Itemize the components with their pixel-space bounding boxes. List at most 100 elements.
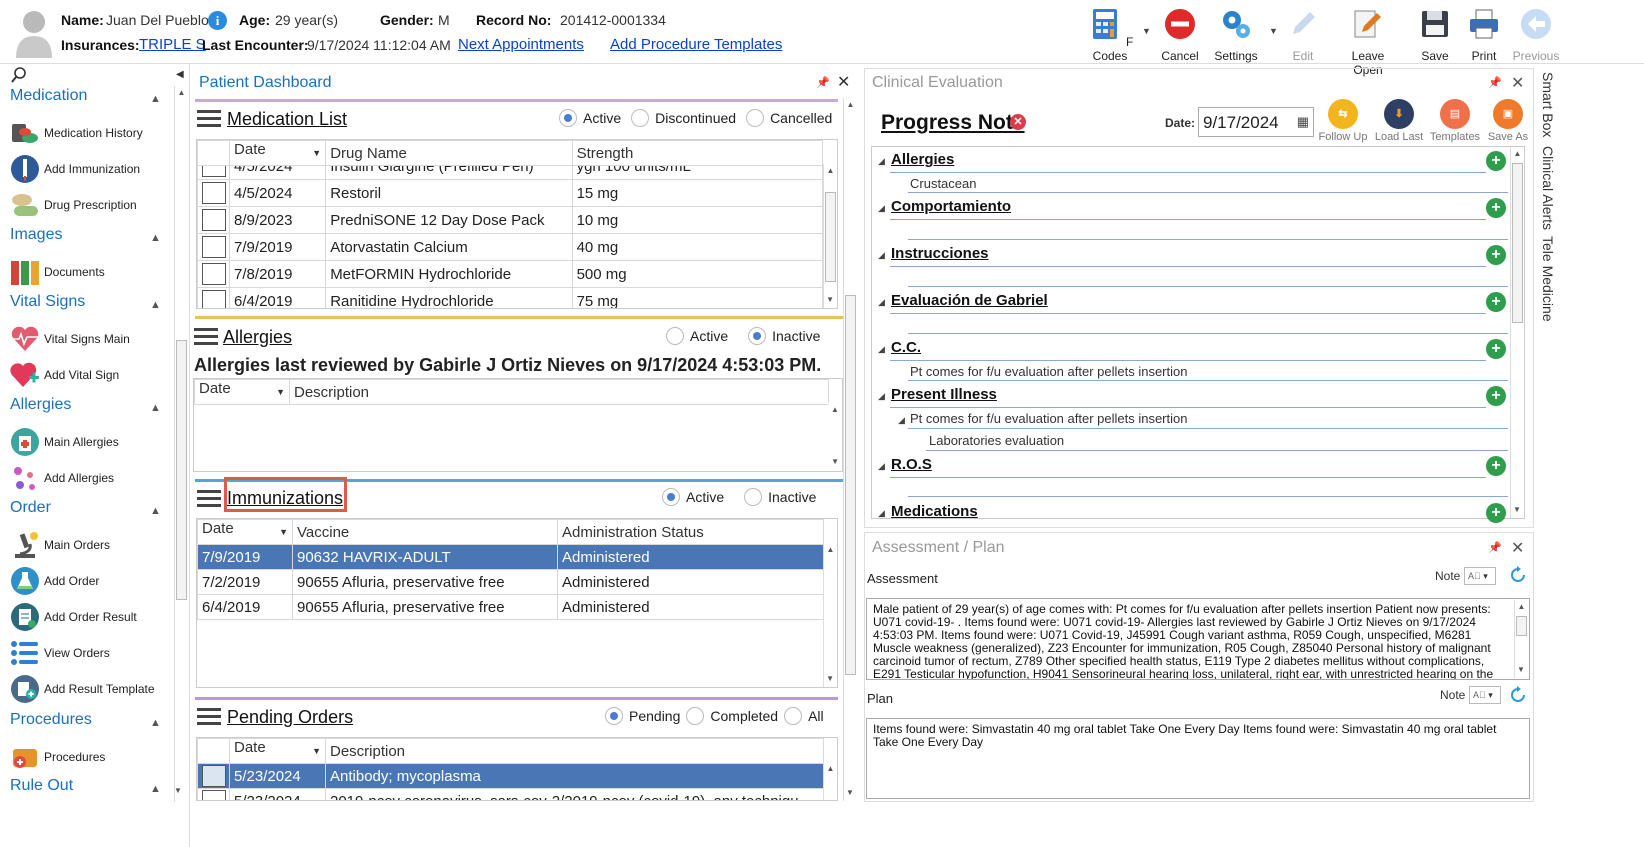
medication-menu-icon[interactable] <box>197 108 221 128</box>
ce-item-medications[interactable]: Medications <box>891 503 978 520</box>
calendar-icon[interactable]: ▦ <box>1297 114 1309 130</box>
ce-item-comportamiento[interactable]: Comportamiento <box>891 198 1011 215</box>
scroll-up-icon[interactable]: ▲ <box>824 762 837 776</box>
nav-scroll-thumb[interactable] <box>176 340 187 600</box>
settings-button[interactable]: Settings <box>1206 6 1266 63</box>
date-field[interactable]: 9/17/2024 ▦ <box>1198 107 1314 137</box>
scroll-up-icon[interactable]: ▲ <box>844 98 857 112</box>
radio-discontinued[interactable]: Discontinued <box>631 109 736 127</box>
nav-section-procedures[interactable]: Procedures <box>10 711 92 729</box>
radio-pending[interactable]: Pending <box>605 707 680 725</box>
scroll-up-icon[interactable]: ▲ <box>175 86 188 100</box>
scroll-down-icon[interactable]: ▼ <box>826 295 834 304</box>
nav-item-view-orders[interactable]: View Orders <box>10 635 110 671</box>
scroll-thumb[interactable] <box>825 192 836 282</box>
close-icon[interactable]: ✕ <box>1511 538 1524 558</box>
add-instrucciones-icon[interactable]: + <box>1486 245 1506 265</box>
add-present-illness-icon[interactable]: + <box>1486 386 1506 406</box>
scroll-up-icon[interactable]: ▲ <box>824 543 837 557</box>
chevron-up-icon[interactable]: ▲ <box>150 232 161 244</box>
table-row[interactable]: 5/23/2024 2019-ncov coronavirus, sars-cov… <box>197 788 824 800</box>
table-row[interactable]: 7/8/2019 MetFORMIN Hydrochloride 500 mg <box>197 260 824 288</box>
chevron-up-icon[interactable]: ▲ <box>150 299 161 311</box>
scroll-thumb[interactable] <box>1516 616 1527 636</box>
refresh-icon[interactable] <box>1508 685 1528 705</box>
nav-item-add-order[interactable]: Add Order <box>10 563 99 599</box>
nav-section-images[interactable]: Images <box>10 226 62 244</box>
ce-item-allergies[interactable]: Allergies <box>891 151 954 168</box>
chevron-up-icon[interactable]: ▲ <box>150 783 161 795</box>
chevron-up-icon[interactable]: ▲ <box>150 93 161 105</box>
pending-table-scrollbar[interactable]: ▲ <box>823 762 837 800</box>
radio-active[interactable]: Active <box>666 327 728 345</box>
col-description[interactable]: Description <box>289 379 829 405</box>
row-checkbox[interactable] <box>202 790 226 800</box>
immunizations-title[interactable]: Immunizations <box>227 488 343 509</box>
nav-item-add-order-result[interactable]: Add Order Result <box>10 599 137 635</box>
pending-menu-icon[interactable] <box>197 706 221 726</box>
col-drug-name[interactable]: Drug Name <box>325 140 573 166</box>
table-row[interactable]: 7/2/2019 90655 Afluria, preservative free… <box>197 569 824 595</box>
radio-active[interactable]: Active <box>662 488 724 506</box>
radio-inactive[interactable]: Inactive <box>748 327 820 345</box>
col-date[interactable]: Date ▼ <box>229 140 327 166</box>
add-medications-icon[interactable]: + <box>1486 503 1506 523</box>
fcodes-button[interactable]: F Codes <box>1080 6 1140 63</box>
nav-scrollbar[interactable]: ▲ <box>174 86 188 802</box>
edit-button[interactable]: Edit <box>1273 6 1333 63</box>
add-cc-icon[interactable]: + <box>1486 339 1506 359</box>
immunizations-menu-icon[interactable] <box>197 488 221 508</box>
radio-cancelled[interactable]: Cancelled <box>746 109 832 127</box>
radio-completed[interactable]: Completed <box>686 707 778 725</box>
chevron-up-icon[interactable]: ▲ <box>150 717 161 729</box>
pending-orders-title[interactable]: Pending Orders <box>227 707 353 728</box>
cancel-button[interactable]: Cancel <box>1150 6 1210 63</box>
close-icon[interactable]: ✕ <box>837 72 850 92</box>
add-comportamiento-icon[interactable]: + <box>1486 198 1506 218</box>
ce-item-evaluacion[interactable]: Evaluación de Gabriel <box>891 292 1048 309</box>
chevron-up-icon[interactable]: ▲ <box>150 505 161 517</box>
radio-all[interactable]: All <box>784 707 824 725</box>
col-vaccine[interactable]: Vaccine <box>292 519 558 545</box>
ce-item-cc[interactable]: C.C. <box>891 339 921 356</box>
nav-section-order[interactable]: Order <box>10 499 51 517</box>
col-administration-status[interactable]: Administration Status <box>557 519 824 545</box>
next-appointments-link[interactable]: Next Appointments <box>458 36 584 53</box>
add-procedure-templates-link[interactable]: Add Procedure Templates <box>610 36 782 53</box>
assessment-textarea[interactable]: Male patient of 29 year(s) of age comes … <box>866 598 1530 680</box>
info-icon[interactable]: i <box>208 11 227 30</box>
col-description[interactable]: Description <box>325 738 824 764</box>
templates-button[interactable]: ▤ Templates <box>1428 99 1482 143</box>
table-row[interactable]: 4/5/2024 Insulin Glargine (Prefilled Pen)… <box>197 166 824 180</box>
row-checkbox[interactable] <box>202 236 226 258</box>
refresh-icon[interactable] <box>1508 565 1528 585</box>
nav-item-add-result-template[interactable]: Add Result Template <box>10 671 155 707</box>
medication-table-scrollbar[interactable]: ▲ <box>823 164 837 308</box>
table-row[interactable]: 7/9/2019 Atorvastatin Calcium 40 mg <box>197 233 824 261</box>
nav-item-drug-prescription[interactable]: Drug Prescription <box>10 187 137 223</box>
search-icon[interactable] <box>10 66 28 84</box>
row-checkbox[interactable] <box>202 182 226 204</box>
nav-item-medication-history[interactable]: Medication History <box>10 115 143 151</box>
scroll-down-icon[interactable]: ▼ <box>1517 665 1525 674</box>
radio-inactive[interactable]: Inactive <box>744 488 816 506</box>
tab-tele-medicine[interactable]: Tele Medicine <box>1540 236 1556 322</box>
table-row[interactable]: 5/23/2024 Antibody; mycoplasma <box>197 763 824 789</box>
nav-item-add-vital-sign[interactable]: Add Vital Sign <box>10 357 119 393</box>
dashboard-scrollbar[interactable]: ▲ <box>843 98 857 801</box>
row-checkbox[interactable] <box>202 765 226 787</box>
table-row[interactable]: 7/9/2019 90632 HAVRIX-ADULT Administered <box>197 544 824 570</box>
nav-item-add-allergies[interactable]: Add Allergies <box>10 460 114 496</box>
clinical-tree-scrollbar[interactable]: ▲ <box>1510 147 1524 518</box>
save-as-button[interactable]: ▣ Save As <box>1481 99 1535 143</box>
tab-smart-box[interactable]: Smart Box <box>1540 72 1556 137</box>
nav-section-medication[interactable]: Medication <box>10 87 87 105</box>
radio-active[interactable]: Active <box>559 109 621 127</box>
note-format-dropdown[interactable]: A⃞ ▾ <box>1464 567 1496 585</box>
load-last-button[interactable]: ⬇ Load Last <box>1372 99 1426 143</box>
nav-item-main-allergies[interactable]: Main Allergies <box>10 424 119 460</box>
col-strength[interactable]: Strength <box>571 140 824 166</box>
scroll-down-icon[interactable]: ▼ <box>846 788 854 797</box>
ce-item-present-illness[interactable]: Present Illness <box>891 386 997 403</box>
scroll-up-icon[interactable]: ▲ <box>828 403 842 417</box>
